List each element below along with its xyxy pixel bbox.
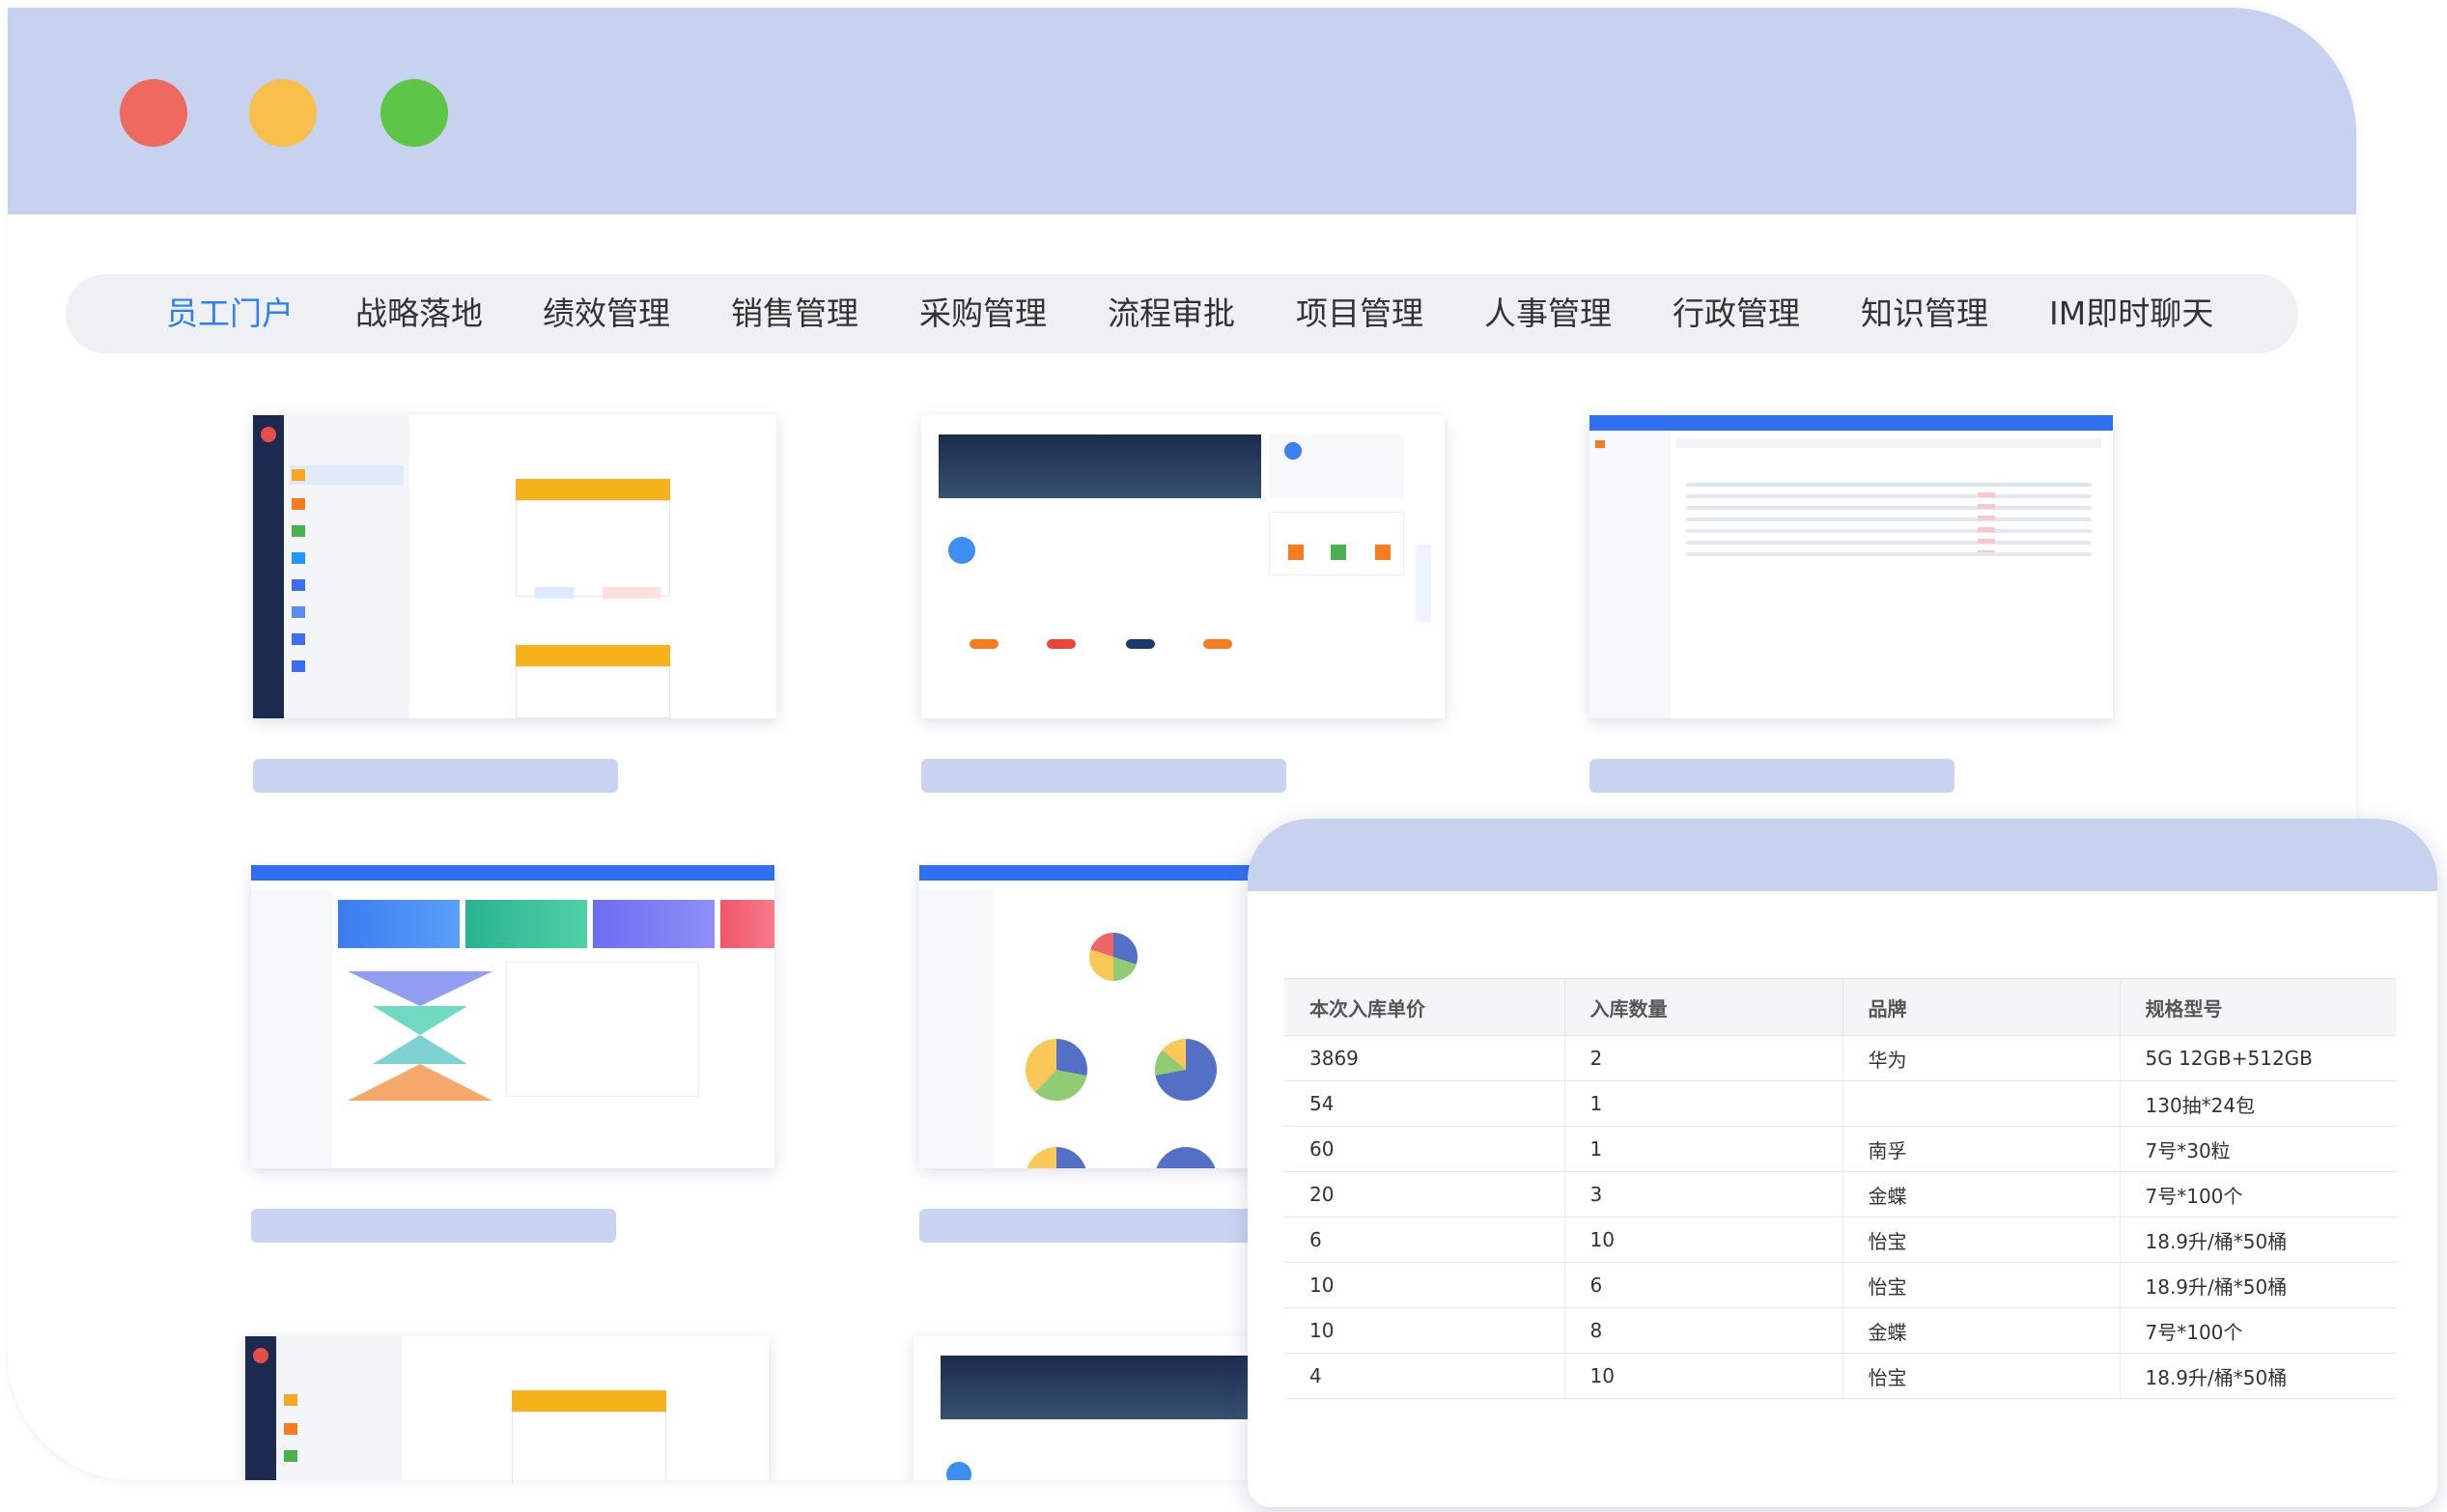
- cell-unit-price: 3869: [1284, 1035, 1565, 1081]
- cell-spec: 7号*100个: [2120, 1171, 2397, 1218]
- table-row: 10 6 怡宝 18.9升/桶*50桶: [1284, 1262, 2397, 1308]
- table-row: 60 1 南孚 7号*30粒: [1284, 1126, 2397, 1172]
- tab-performance[interactable]: 绩效管理: [543, 292, 670, 336]
- screenshot-thumbnail-messages-2[interactable]: [245, 1336, 769, 1480]
- cell-spec: 7号*30粒: [2120, 1126, 2397, 1172]
- thumbnail-caption: [919, 1209, 1284, 1243]
- cell-brand: 怡宝: [1842, 1217, 2121, 1263]
- cell-brand: 华为: [1842, 1035, 2121, 1081]
- tab-im-chat[interactable]: IM即时聊天: [2049, 292, 2213, 336]
- cell-brand: 怡宝: [1842, 1353, 2121, 1399]
- table-row: 10 8 金蝶 7号*100个: [1284, 1307, 2397, 1354]
- cell-brand: [1842, 1080, 2121, 1127]
- thumbnail-caption: [253, 759, 618, 793]
- cell-spec: 5G 12GB+512GB: [2120, 1035, 2397, 1081]
- table-row: 6 10 怡宝 18.9升/桶*50桶: [1284, 1217, 2397, 1263]
- table-row: 54 1 130抽*24包: [1284, 1080, 2397, 1127]
- module-tab-bar: 员工门户 战略落地 绩效管理 销售管理 采购管理 流程审批 项目管理 人事管理 …: [66, 274, 2298, 353]
- cell-unit-price: 6: [1284, 1217, 1565, 1263]
- cell-spec: 18.9升/桶*50桶: [2120, 1217, 2397, 1263]
- cell-unit-price: 20: [1284, 1171, 1565, 1218]
- column-header-spec: 规格型号: [2120, 978, 2397, 1036]
- screenshot-thumbnail-list[interactable]: [1589, 415, 2113, 718]
- screenshot-thumbnail-portal[interactable]: [921, 415, 1445, 718]
- maximize-window-button[interactable]: [380, 79, 448, 147]
- cell-quantity: 2: [1564, 1035, 1843, 1081]
- tab-hr[interactable]: 人事管理: [1484, 292, 1612, 336]
- cell-quantity: 8: [1564, 1307, 1843, 1354]
- cell-spec: 18.9升/桶*50桶: [2120, 1262, 2397, 1308]
- column-header-unit-price: 本次入库单价: [1284, 978, 1565, 1036]
- thumbnail-caption: [1589, 759, 1955, 793]
- inventory-table: 本次入库单价 入库数量 品牌 规格型号 3869 2 华为 5G 12GB+51…: [1284, 978, 2397, 1399]
- cell-quantity: 1: [1564, 1080, 1843, 1127]
- screenshot-thumbnail-messages[interactable]: [253, 415, 776, 718]
- cell-unit-price: 60: [1284, 1126, 1565, 1172]
- cell-quantity: 6: [1564, 1262, 1843, 1308]
- cell-unit-price: 10: [1284, 1307, 1565, 1354]
- cell-quantity: 10: [1564, 1217, 1843, 1263]
- tab-admin[interactable]: 行政管理: [1673, 292, 1800, 336]
- cell-brand: 金蝶: [1842, 1171, 2121, 1218]
- cell-brand: 南孚: [1842, 1126, 2121, 1172]
- tab-strategy[interactable]: 战略落地: [355, 292, 483, 336]
- tab-knowledge[interactable]: 知识管理: [1861, 292, 1988, 336]
- cell-unit-price: 54: [1284, 1080, 1565, 1127]
- cell-quantity: 3: [1564, 1171, 1843, 1218]
- tab-project[interactable]: 项目管理: [1296, 292, 1423, 336]
- column-header-quantity: 入库数量: [1564, 978, 1843, 1036]
- tab-sales[interactable]: 销售管理: [731, 292, 858, 336]
- thumbnail-caption: [921, 759, 1286, 793]
- cell-spec: 7号*100个: [2120, 1307, 2397, 1354]
- cell-spec: 18.9升/桶*50桶: [2120, 1353, 2397, 1399]
- table-row: 4 10 怡宝 18.9升/桶*50桶: [1284, 1353, 2397, 1399]
- tab-employee-portal[interactable]: 员工门户: [166, 292, 294, 336]
- cell-brand: 怡宝: [1842, 1262, 2121, 1308]
- table-header-row: 本次入库单价 入库数量 品牌 规格型号: [1284, 978, 2397, 1036]
- thumbnail-caption: [251, 1209, 616, 1243]
- cell-unit-price: 4: [1284, 1353, 1565, 1399]
- card-header: [1248, 819, 2437, 891]
- window-titlebar: [8, 8, 2356, 214]
- table-row: 3869 2 华为 5G 12GB+512GB: [1284, 1035, 2397, 1081]
- cell-unit-price: 10: [1284, 1262, 1565, 1308]
- column-header-brand: 品牌: [1842, 978, 2121, 1036]
- close-window-button[interactable]: [120, 79, 187, 147]
- screenshot-thumbnail-statistics[interactable]: [251, 865, 774, 1168]
- cell-spec: 130抽*24包: [2120, 1080, 2397, 1127]
- cell-brand: 金蝶: [1842, 1307, 2121, 1354]
- table-row: 20 3 金蝶 7号*100个: [1284, 1171, 2397, 1218]
- cell-quantity: 1: [1564, 1126, 1843, 1172]
- tab-approval[interactable]: 流程审批: [1108, 292, 1235, 336]
- minimize-window-button[interactable]: [249, 79, 317, 147]
- inventory-detail-card: 本次入库单价 入库数量 品牌 规格型号 3869 2 华为 5G 12GB+51…: [1248, 819, 2437, 1507]
- tab-purchasing[interactable]: 采购管理: [919, 292, 1047, 336]
- cell-quantity: 10: [1564, 1353, 1843, 1399]
